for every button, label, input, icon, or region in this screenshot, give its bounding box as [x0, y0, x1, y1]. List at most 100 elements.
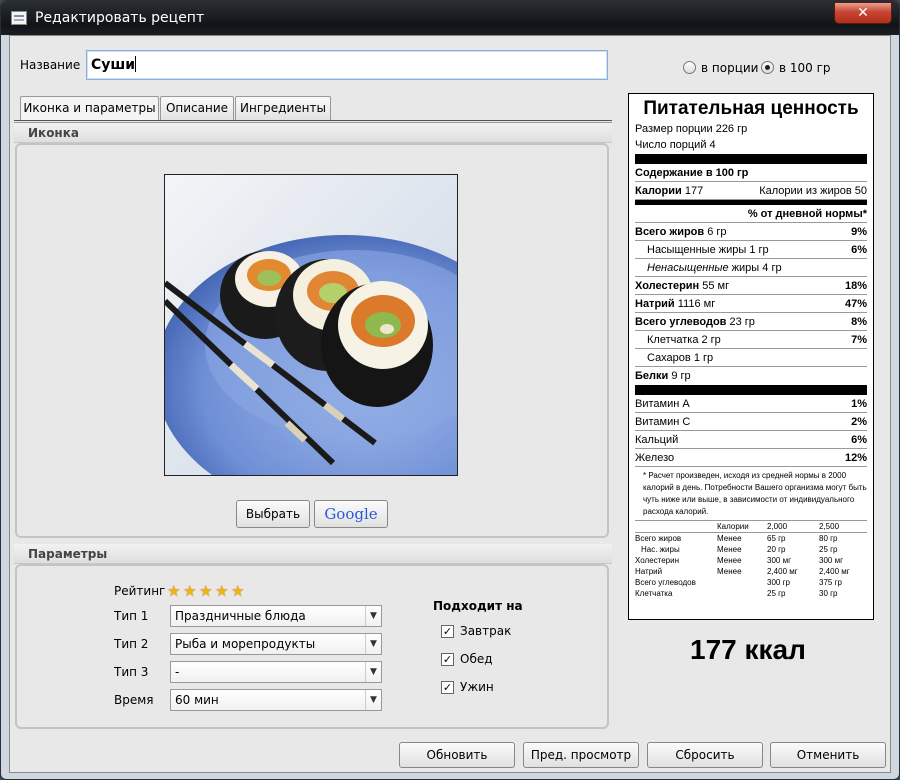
- time-value: 60 мин: [175, 693, 219, 707]
- unsat-fat-row: Ненасыщенные жиры 4 гр: [635, 259, 867, 277]
- google-button-label: Google: [324, 505, 378, 523]
- sat-fat-row: Насыщенные жиры 1 гр 6%: [635, 241, 867, 259]
- fat-value: 6 гр: [707, 226, 727, 238]
- dv-table-row: Нас. жиры Менее 20 гр 25 гр: [635, 544, 867, 555]
- choose-image-button[interactable]: Выбрать: [236, 500, 310, 528]
- dv-table-cell: Менее: [717, 556, 742, 565]
- carbs-dv: 8%: [851, 316, 867, 328]
- dv-table-cell: Холестерин: [635, 556, 679, 565]
- type2-label: Тип 2: [114, 637, 149, 651]
- nutrition-title: Питательная ценность: [643, 98, 859, 119]
- tab-ingredients[interactable]: Ингредиенты: [235, 96, 331, 120]
- servings-text: Число порций 4: [635, 139, 716, 151]
- dv-table-cell: 300 гр: [767, 578, 790, 587]
- dv-table-row: Всего жиров Менее 65 гр 80 гр: [635, 533, 867, 545]
- cholesterol-row: Холестерин 55 мг 18%: [635, 277, 867, 295]
- divider: [635, 385, 867, 395]
- star-icon[interactable]: ★: [167, 584, 180, 599]
- dv-table-cell: 25 гр: [819, 545, 838, 554]
- dv-table-row: Клетчатка 25 гр 30 гр: [635, 588, 867, 599]
- dv-table-cell: 20 гр: [767, 545, 786, 554]
- chevron-down-icon[interactable]: ▼: [365, 606, 381, 626]
- sat-fat-label: Насыщенные жиры 1 гр: [647, 244, 769, 256]
- sodium-label: Натрий: [635, 298, 675, 310]
- dinner-checkbox[interactable]: ✓: [441, 681, 454, 694]
- dv-table-cell: [635, 521, 717, 533]
- chol-value: 55 мг: [702, 280, 730, 292]
- type3-label: Тип 3: [114, 665, 149, 679]
- preview-button[interactable]: Пред. просмотр: [523, 742, 639, 768]
- fiber-row: Клетчатка 2 гр 7%: [635, 331, 867, 349]
- sushi-image: [165, 175, 457, 475]
- dv-table-cell: [717, 588, 767, 599]
- reset-button[interactable]: Сбросить: [647, 742, 763, 768]
- close-button[interactable]: ✕: [834, 2, 892, 24]
- dv-table-cell: Менее: [717, 567, 742, 576]
- title-bar[interactable]: Редактировать рецепт ✕: [1, 1, 899, 35]
- dv-table-cell: Всего углеводов: [635, 578, 696, 587]
- dv-table-cell: Менее: [717, 545, 742, 554]
- cancel-button[interactable]: Отменить: [770, 742, 886, 768]
- star-icon[interactable]: ★: [231, 584, 244, 599]
- calories-value: 177: [684, 185, 704, 197]
- divider: [635, 154, 867, 164]
- breakfast-label: Завтрак: [460, 624, 512, 638]
- type1-label: Тип 1: [114, 609, 149, 623]
- name-label: Название: [20, 58, 81, 72]
- sodium-dv: 47%: [844, 298, 867, 310]
- vit-c-dv: 2%: [851, 416, 867, 428]
- per-portion-radio[interactable]: [683, 61, 696, 74]
- content-per-text: Содержание в 100 гр: [635, 167, 749, 179]
- chevron-down-icon[interactable]: ▼: [365, 662, 381, 682]
- calories-row: Калории 177 Калории из жиров 50: [635, 182, 867, 200]
- tab-icon-params[interactable]: Иконка и параметры: [20, 96, 159, 121]
- vitamin-a-row: Витамин А 1%: [635, 395, 867, 413]
- nutrition-facts-label: Питательная ценность Размер порции 226 г…: [628, 93, 874, 620]
- recipe-editor-window: Редактировать рецепт ✕ Название Суши в п…: [0, 0, 900, 780]
- dv-table-cell: 300 мг: [767, 556, 791, 565]
- per-100g-radio[interactable]: [761, 61, 774, 74]
- rating-label: Рейтинг: [114, 584, 166, 598]
- chevron-down-icon[interactable]: ▼: [365, 690, 381, 710]
- update-button[interactable]: Обновить: [399, 742, 515, 768]
- protein-value: 9 гр: [671, 370, 691, 382]
- type3-value: -: [175, 665, 180, 679]
- recipe-name-input[interactable]: Суши: [86, 50, 608, 80]
- dv-header-text: % от дневной нормы*: [747, 208, 867, 220]
- dv-table-cell: 2,500: [819, 522, 840, 531]
- carbs-row: Всего углеводов 23 гр 8%: [635, 313, 867, 331]
- sugar-label: Сахаров 1 гр: [647, 352, 714, 364]
- fiber-dv: 7%: [851, 334, 867, 346]
- iron-dv: 12%: [844, 452, 867, 464]
- star-icon[interactable]: ★: [183, 584, 196, 599]
- type2-select[interactable]: Рыба и морепродукты ▼: [170, 633, 382, 655]
- fat-calories: Калории из жиров 50: [759, 185, 867, 197]
- sodium-value: 1116 мг: [677, 298, 716, 310]
- dv-table-cell: Менее: [717, 534, 742, 543]
- sodium-row: Натрий 1116 мг 47%: [635, 295, 867, 313]
- dv-table-cell: Нас. жиры: [641, 545, 680, 554]
- breakfast-checkbox[interactable]: ✓: [441, 625, 454, 638]
- dv-table-row: Холестерин Менее 300 мг 300 мг: [635, 555, 867, 566]
- dv-table-cell: 25 гр: [767, 589, 786, 598]
- google-search-button[interactable]: Google: [314, 500, 388, 528]
- dv-table-cell: Натрий: [635, 567, 663, 576]
- text-caret: [135, 56, 137, 72]
- sugar-row: Сахаров 1 гр: [635, 349, 867, 367]
- calorie-total: 177 ккал: [690, 634, 806, 665]
- type3-select[interactable]: - ▼: [170, 661, 382, 683]
- star-icon[interactable]: ★: [215, 584, 228, 599]
- carbs-value: 23 гр: [729, 316, 755, 328]
- content-per: Содержание в 100 гр: [635, 164, 867, 182]
- tab-description[interactable]: Описание: [160, 96, 234, 120]
- recipe-photo: [164, 174, 458, 476]
- chevron-down-icon[interactable]: ▼: [365, 634, 381, 654]
- vitamin-c-row: Витамин С 2%: [635, 413, 867, 431]
- fiber-label: Клетчатка 2 гр: [647, 334, 721, 346]
- star-icon[interactable]: ★: [199, 584, 212, 599]
- dv-table-cell: 30 гр: [819, 589, 838, 598]
- time-select[interactable]: 60 мин ▼: [170, 689, 382, 711]
- lunch-checkbox[interactable]: ✓: [441, 653, 454, 666]
- type1-select[interactable]: Праздничные блюда ▼: [170, 605, 382, 627]
- sat-fat-dv: 6%: [851, 244, 867, 256]
